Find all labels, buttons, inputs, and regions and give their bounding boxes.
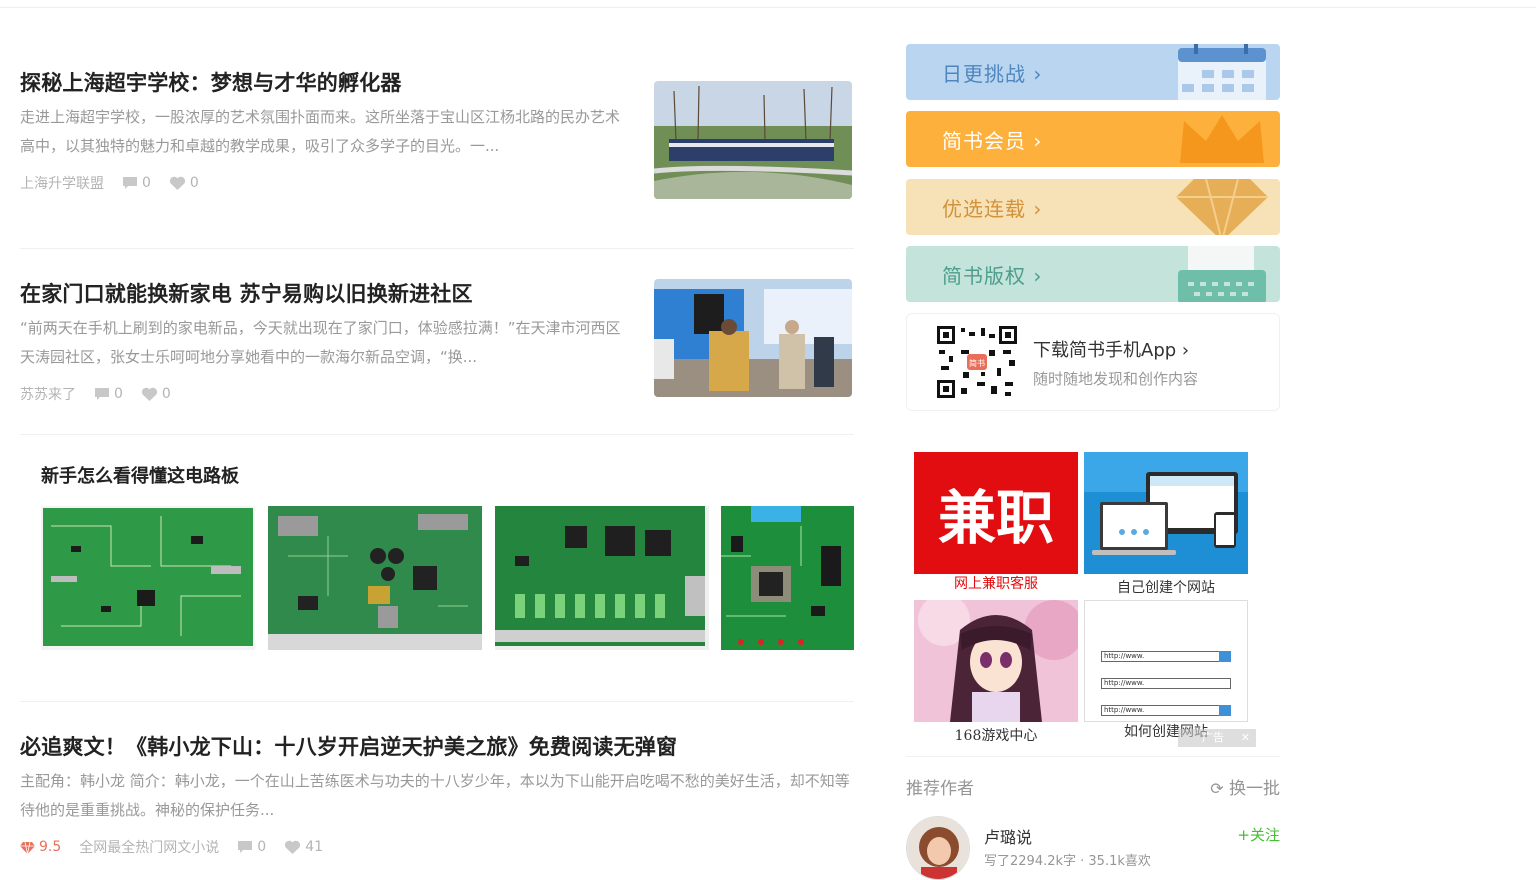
like-count[interactable]: 41 <box>284 839 323 855</box>
ad-tile[interactable]: 168游戏中心 <box>914 594 1084 746</box>
typewriter-icon <box>1178 246 1266 302</box>
article-abstract[interactable]: 主配角：韩小龙 简介：韩小龙，一个在山上苦练医术与功夫的十八岁少年，本以为下山能… <box>20 767 854 825</box>
banner-serials[interactable]: 优选连载 › <box>906 179 1280 235</box>
divider <box>906 756 1280 757</box>
divider <box>20 248 854 249</box>
banner-label: 优选连载 › <box>942 197 1043 221</box>
heart-icon <box>169 176 186 190</box>
ad-image: 兼职 <box>914 452 1078 574</box>
article-meta: 9.5 全网最全热门网文小说 0 41 <box>20 837 854 857</box>
ad-tile[interactable]: http://www. http://www. http://www. 如何创建… <box>1084 600 1248 742</box>
community-event-photo <box>654 279 852 397</box>
top-divider <box>0 0 1536 8</box>
ad-caption[interactable]: 自己创建个网站 <box>1084 578 1248 598</box>
url-bar: http://www. <box>1101 705 1231 716</box>
close-icon[interactable]: ✕ <box>1241 729 1250 747</box>
heart-icon <box>285 840 301 854</box>
like-count-value: 0 <box>161 386 171 402</box>
circuit-board-photo <box>721 506 854 650</box>
comment-count-value: 0 <box>142 175 151 191</box>
calendar-icon <box>1178 44 1266 100</box>
download-subtitle: 随时随地发现和创作内容 <box>1033 370 1199 388</box>
article-author[interactable]: 上海升学联盟 <box>20 173 104 193</box>
ad-caption[interactable]: 网上兼职客服 <box>914 574 1078 594</box>
search-icon <box>1219 651 1231 662</box>
ad-mark-label: 广告 <box>1202 731 1224 744</box>
divider <box>20 701 854 702</box>
circuit-board-photo <box>495 506 709 650</box>
ad-tile[interactable]: 自己创建个网站 <box>1084 452 1248 598</box>
comment-count[interactable]: 0 <box>122 175 151 191</box>
comment-icon <box>238 841 253 853</box>
diamond-icon <box>20 841 35 854</box>
gallery-title[interactable]: 新手怎么看得懂这电路板 <box>41 462 239 488</box>
ad-mark[interactable]: 广告 ✕ <box>1178 729 1256 747</box>
like-count-value: 41 <box>305 839 324 855</box>
qr-code-icon: 简书 <box>937 326 1017 398</box>
article-abstract[interactable]: “前两天在手机上刷到的家电新品，今天就出现在了家门口，体验感拉满！”在天津市河西… <box>20 314 632 372</box>
ad-image: http://www. http://www. http://www. <box>1084 600 1248 722</box>
banner-copyright[interactable]: 简书版权 › <box>906 246 1280 302</box>
like-count[interactable]: 0 <box>169 175 199 191</box>
comment-count-value: 0 <box>114 386 123 402</box>
ad-tile[interactable]: 兼职 网上兼职客服 <box>914 452 1078 594</box>
banner-label: 日更挑战 › <box>942 62 1043 86</box>
avatar[interactable] <box>906 816 970 880</box>
qr-logo-label: 简书 <box>969 358 985 368</box>
diamond-score[interactable]: 9.5 <box>20 839 61 855</box>
ad-image <box>914 594 1084 722</box>
like-count-value: 0 <box>189 175 199 191</box>
gallery-image[interactable] <box>721 506 854 650</box>
ad-caption[interactable]: 168游戏中心 <box>914 726 1078 746</box>
gallery-image[interactable] <box>495 506 709 650</box>
article-author[interactable]: 苏苏来了 <box>20 384 76 404</box>
refresh-button[interactable]: ⟳ 换一批 <box>1210 774 1280 799</box>
author-avatar-image <box>907 817 969 879</box>
article-abstract[interactable]: 走进上海超宇学校，一股浓厚的艺术氛围扑面而来。这所坐落于宝山区江杨北路的民办艺术… <box>20 103 632 161</box>
diamond-score-value: 9.5 <box>39 839 62 855</box>
circuit-board-photo <box>268 506 482 650</box>
like-count[interactable]: 0 <box>141 386 171 402</box>
article-item[interactable]: 必追爽文！《韩小龙下山：十八岁开启逆天护美之旅》免费阅读无弹窗 主配角：韩小龙 … <box>20 732 854 857</box>
banner-label: 简书版权 › <box>942 264 1043 288</box>
article-thumbnail[interactable] <box>654 81 852 199</box>
heart-icon <box>141 387 158 401</box>
banner-daily-challenge[interactable]: 日更挑战 › <box>906 44 1280 100</box>
download-app-card[interactable]: 简书 下载简书手机App › 随时随地发现和创作内容 <box>906 313 1280 411</box>
download-title[interactable]: 下载简书手机App › <box>1033 336 1189 362</box>
crown-icon <box>1180 115 1264 163</box>
diamond-icon <box>1176 179 1268 235</box>
gallery-image[interactable] <box>41 506 255 650</box>
banner-membership[interactable]: 简书会员 › <box>906 111 1280 167</box>
comment-count-value: 0 <box>257 839 267 855</box>
recommend-authors-header: 推荐作者 ⟳ 换一批 <box>906 774 1280 799</box>
comment-icon <box>95 388 109 400</box>
ad-image <box>1084 452 1248 574</box>
gallery-image[interactable] <box>268 506 482 650</box>
search-icon <box>1219 705 1231 716</box>
banner-label: 简书会员 › <box>942 129 1043 153</box>
author-name[interactable]: 卢璐说 <box>984 824 1032 848</box>
comment-count[interactable]: 0 <box>94 386 123 402</box>
author-item[interactable]: 卢璐说 +关注 写了2294.2k字 · 35.1k喜欢 <box>906 816 1280 880</box>
refresh-label: 换一批 <box>1229 779 1280 799</box>
url-bar: http://www. <box>1101 651 1231 662</box>
divider <box>20 434 854 435</box>
circuit-board-photo <box>41 506 255 650</box>
url-bar: http://www. <box>1101 678 1231 689</box>
refresh-icon: ⟳ <box>1210 779 1224 798</box>
comment-count[interactable]: 0 <box>237 839 266 855</box>
school-photo <box>654 81 852 199</box>
article-author[interactable]: 全网最全热门网文小说 <box>79 837 219 857</box>
article-thumbnail[interactable] <box>654 279 852 397</box>
recommend-title: 推荐作者 <box>906 779 974 799</box>
follow-button[interactable]: +关注 <box>1237 824 1280 845</box>
comment-icon <box>123 177 137 189</box>
ad-image-text: 兼职 <box>937 484 1054 552</box>
author-stats: 写了2294.2k字 · 35.1k喜欢 <box>984 854 1151 869</box>
article-title[interactable]: 必追爽文！《韩小龙下山：十八岁开启逆天护美之旅》免费阅读无弹窗 <box>20 732 854 762</box>
